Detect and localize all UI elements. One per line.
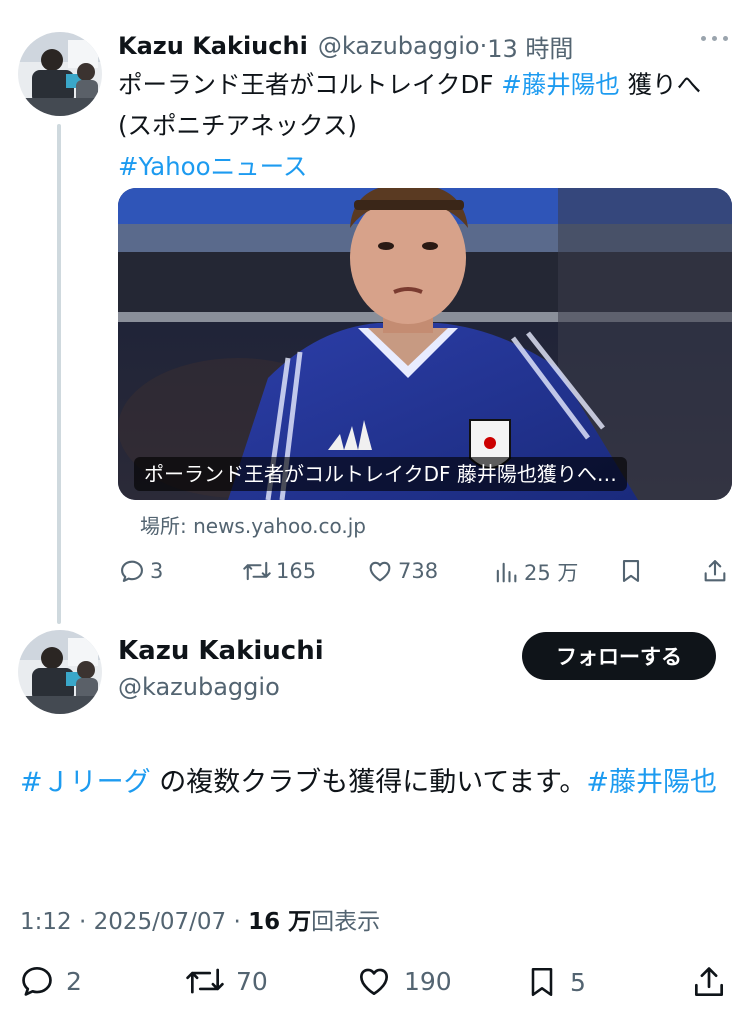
hashtag-link[interactable]: #藤井陽也: [586, 767, 717, 798]
tweet-date[interactable]: 2025/07/07: [94, 909, 227, 935]
retweet-count: 165: [276, 559, 317, 583]
author-handle[interactable]: @kazubaggio: [118, 673, 280, 701]
author-name[interactable]: Kazu Kakiuchi: [118, 636, 324, 666]
reply-count: 2: [66, 966, 82, 996]
hashtag-link[interactable]: #藤井陽也: [501, 70, 620, 99]
more-icon[interactable]: [701, 36, 728, 41]
views-label: 回表示: [311, 909, 381, 935]
like-count: 738: [398, 559, 439, 583]
tweet-text: ポーランド王者がコルトレイクDF #藤井陽也 獲りへ(スポニチアネックス) #Ya…: [118, 64, 723, 187]
card-caption: ポーランド王者がコルトレイクDF 藤井陽也獲りへ…: [134, 457, 627, 491]
bookmark-count: 5: [570, 967, 586, 997]
retweet-count: 70: [236, 966, 268, 996]
retweet-button[interactable]: 165: [242, 557, 316, 585]
hashtag-link[interactable]: #Ｊリーグ: [20, 767, 151, 798]
share-button[interactable]: [690, 962, 728, 1002]
like-button[interactable]: 738: [366, 557, 438, 585]
bookmark-icon: [622, 560, 640, 582]
thread-line: [57, 124, 61, 624]
views-count: 16 万: [248, 909, 312, 935]
avatar[interactable]: [18, 32, 102, 116]
bookmark-button[interactable]: 5: [524, 962, 586, 1002]
tweet-time[interactable]: 13 時間: [487, 29, 573, 64]
reply-count: 3: [150, 559, 164, 583]
share-icon: [694, 967, 724, 997]
views-button[interactable]: 25 万: [492, 557, 578, 587]
hashtag-link[interactable]: #Yahooニュース: [118, 152, 307, 181]
like-count: 190: [404, 966, 452, 996]
follow-button[interactable]: フォローする: [522, 632, 716, 680]
tweet-time[interactable]: 1:12: [20, 909, 72, 935]
like-icon: [359, 968, 389, 996]
views-icon: [496, 562, 517, 583]
header-separator: ·: [479, 32, 488, 60]
retweet-button[interactable]: 70: [184, 962, 268, 1000]
share-icon: [704, 560, 726, 582]
reply-icon: [22, 966, 52, 996]
reply-button[interactable]: 2: [18, 962, 82, 1000]
tweet-text-part: ポーランド王者がコルトレイクDF: [118, 70, 502, 99]
reply-icon: [121, 560, 143, 582]
card-image: [118, 188, 732, 500]
tweet-text-part: の複数クラブも獲得に動いてます。: [150, 767, 587, 798]
author-handle[interactable]: @kazubaggio: [318, 32, 480, 60]
share-button[interactable]: [701, 557, 729, 585]
bookmark-icon: [531, 967, 553, 997]
retweet-icon: [186, 968, 224, 994]
like-button[interactable]: 190: [354, 962, 452, 1000]
avatar[interactable]: [18, 630, 102, 714]
retweet-icon: [243, 561, 271, 581]
link-card[interactable]: ポーランド王者がコルトレイクDF 藤井陽也獲りへ…: [118, 188, 732, 500]
tweet-text: #Ｊリーグ の複数クラブも獲得に動いてます。#藤井陽也: [20, 760, 732, 806]
views-count: 25 万: [524, 561, 579, 585]
card-source[interactable]: 場所: news.yahoo.co.jp: [140, 510, 366, 539]
bookmark-button[interactable]: [617, 557, 645, 585]
like-icon: [369, 561, 391, 582]
reply-button[interactable]: 3: [118, 557, 163, 585]
author-name[interactable]: Kazu Kakiuchi: [118, 32, 308, 60]
tweet-meta: 1:12 · 2025/07/07 · 16 万回表示: [20, 909, 381, 935]
tweet-header: Kazu Kakiuchi @kazubaggio · 13 時間: [118, 28, 573, 64]
